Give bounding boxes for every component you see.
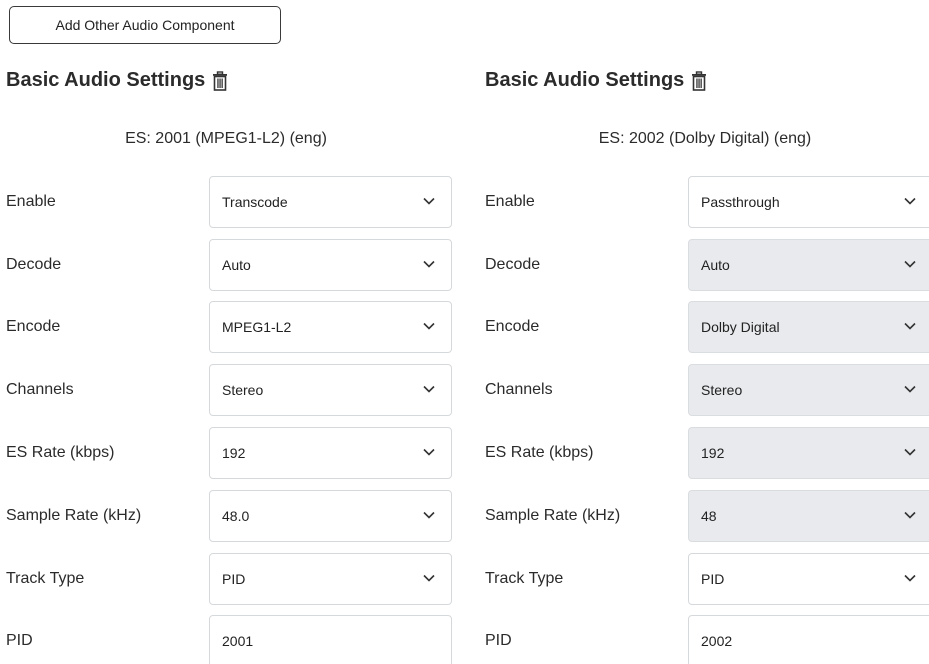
encode-label: Encode bbox=[485, 318, 540, 335]
channels-label: Channels bbox=[6, 381, 74, 398]
encode-select[interactable]: MPEG1-L2 bbox=[209, 301, 452, 353]
track-type-value: PID bbox=[701, 571, 725, 587]
chevron-down-icon bbox=[423, 197, 435, 205]
row-channels: Channels Stereo bbox=[0, 364, 460, 416]
decode-select[interactable]: Auto bbox=[209, 239, 452, 291]
pid-value: 2001 bbox=[222, 633, 254, 649]
es-rate-select: 192 bbox=[688, 427, 929, 479]
sample-rate-select: 48 bbox=[688, 490, 929, 542]
es-rate-value: 192 bbox=[701, 445, 725, 461]
row-es-rate: ES Rate (kbps) 192 bbox=[479, 427, 929, 479]
track-type-label: Track Type bbox=[485, 570, 564, 587]
sample-rate-label: Sample Rate (kHz) bbox=[485, 507, 621, 524]
encode-label: Encode bbox=[6, 318, 61, 335]
enable-label: Enable bbox=[485, 193, 535, 210]
chevron-down-icon bbox=[904, 511, 916, 519]
row-track-type: Track Type PID bbox=[0, 553, 460, 605]
chevron-down-icon bbox=[423, 260, 435, 268]
pid-label: PID bbox=[6, 632, 33, 649]
es-label: ES: 2001 (MPEG1-L2) (eng) bbox=[125, 130, 327, 147]
row-es-rate: ES Rate (kbps) 192 bbox=[0, 427, 460, 479]
chevron-down-icon bbox=[904, 574, 916, 582]
row-track-type: Track Type PID bbox=[479, 553, 929, 605]
sample-rate-select[interactable]: 48.0 bbox=[209, 490, 452, 542]
track-type-label: Track Type bbox=[6, 570, 85, 587]
row-sample-rate: Sample Rate (kHz) 48.0 bbox=[0, 490, 460, 542]
row-sample-rate: Sample Rate (kHz) 48 bbox=[479, 490, 929, 542]
enable-value: Transcode bbox=[222, 194, 288, 210]
enable-label: Enable bbox=[6, 193, 56, 210]
chevron-down-icon bbox=[904, 197, 916, 205]
channels-select[interactable]: Stereo bbox=[209, 364, 452, 416]
track-type-select[interactable]: PID bbox=[688, 553, 929, 605]
es-rate-label: ES Rate (kbps) bbox=[6, 444, 115, 461]
pid-input[interactable]: 2001 bbox=[209, 615, 452, 664]
chevron-down-icon bbox=[423, 385, 435, 393]
audio-settings-page: Add Other Audio Component Basic Audio Se… bbox=[0, 0, 929, 664]
channels-label: Channels bbox=[485, 381, 553, 398]
row-encode: Encode Dolby Digital bbox=[479, 301, 929, 353]
track-type-select[interactable]: PID bbox=[209, 553, 452, 605]
chevron-down-icon bbox=[904, 322, 916, 330]
audio-panel-2002: Basic Audio Settings ES: 2002 (Dolby Dig… bbox=[479, 0, 929, 664]
es-rate-select[interactable]: 192 bbox=[209, 427, 452, 479]
encode-select: Dolby Digital bbox=[688, 301, 929, 353]
enable-value: Passthrough bbox=[701, 194, 780, 210]
row-channels: Channels Stereo bbox=[479, 364, 929, 416]
es-label: ES: 2002 (Dolby Digital) (eng) bbox=[598, 130, 812, 147]
row-decode: Decode Auto bbox=[0, 239, 460, 291]
pid-value: 2002 bbox=[701, 633, 733, 649]
chevron-down-icon bbox=[423, 448, 435, 456]
es-rate-value: 192 bbox=[222, 445, 246, 461]
row-encode: Encode MPEG1-L2 bbox=[0, 301, 460, 353]
sample-rate-label: Sample Rate (kHz) bbox=[6, 507, 142, 524]
chevron-down-icon bbox=[423, 574, 435, 582]
decode-label: Decode bbox=[485, 256, 541, 273]
enable-select[interactable]: Passthrough bbox=[688, 176, 929, 228]
track-type-value: PID bbox=[222, 571, 246, 587]
encode-value: MPEG1-L2 bbox=[222, 319, 292, 335]
row-decode: Decode Auto bbox=[479, 239, 929, 291]
channels-select: Stereo bbox=[688, 364, 929, 416]
trash-icon[interactable] bbox=[690, 70, 708, 91]
panel-title-text: Basic Audio Settings bbox=[6, 69, 206, 91]
decode-label: Decode bbox=[6, 256, 62, 273]
decode-select: Auto bbox=[688, 239, 929, 291]
es-rate-label: ES Rate (kbps) bbox=[485, 444, 594, 461]
chevron-down-icon bbox=[904, 448, 916, 456]
audio-panel-2001: Basic Audio Settings ES: 2001 (MPEG1-L2)… bbox=[0, 0, 460, 664]
row-enable: Enable Passthrough bbox=[479, 176, 929, 228]
row-pid: PID 2001 bbox=[0, 615, 460, 664]
chevron-down-icon bbox=[423, 511, 435, 519]
panel-title: Basic Audio Settings bbox=[485, 69, 708, 92]
row-pid: PID 2002 bbox=[479, 615, 929, 664]
sample-rate-value: 48 bbox=[701, 508, 717, 524]
chevron-down-icon bbox=[904, 385, 916, 393]
pid-label: PID bbox=[485, 632, 512, 649]
decode-value: Auto bbox=[222, 257, 251, 273]
chevron-down-icon bbox=[423, 322, 435, 330]
pid-input[interactable]: 2002 bbox=[688, 615, 929, 664]
encode-value: Dolby Digital bbox=[701, 319, 780, 335]
panel-title-text: Basic Audio Settings bbox=[485, 69, 685, 91]
enable-select[interactable]: Transcode bbox=[209, 176, 452, 228]
panel-title: Basic Audio Settings bbox=[6, 69, 229, 92]
chevron-down-icon bbox=[904, 260, 916, 268]
row-enable: Enable Transcode bbox=[0, 176, 460, 228]
channels-value: Stereo bbox=[701, 382, 743, 398]
trash-icon[interactable] bbox=[211, 70, 229, 91]
decode-value: Auto bbox=[701, 257, 730, 273]
sample-rate-value: 48.0 bbox=[222, 508, 250, 524]
channels-value: Stereo bbox=[222, 382, 264, 398]
